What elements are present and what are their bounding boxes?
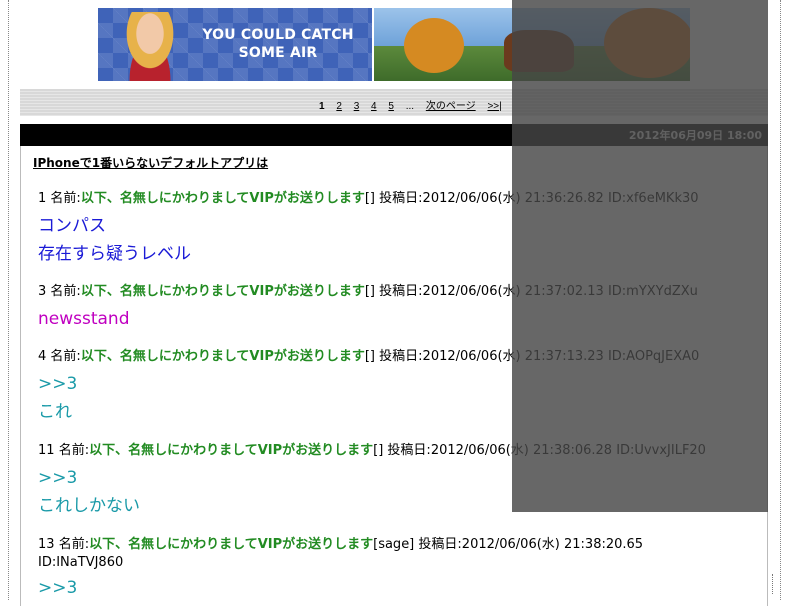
banner-tree-image	[404, 18, 464, 73]
response-line: これしかない	[38, 496, 140, 516]
poster-name: 以下、名無しにかわりましてVIPがお送りします	[80, 349, 365, 364]
page-link-2[interactable]: 2	[336, 101, 342, 112]
response-number: 3	[38, 284, 47, 299]
poster-name: 以下、名無しにかわりましてVIPがお送りします	[80, 191, 365, 206]
name-label: 名前:	[50, 349, 81, 364]
name-label: 名前:	[50, 284, 81, 299]
response-item: 1 名前:以下、名無しにかわりましてVIPがお送りします[] 投稿日:2012/…	[38, 190, 699, 268]
poster-mail: []	[364, 349, 376, 364]
response-item: 4 名前:以下、名無しにかわりましてVIPがお送りします[] 投稿日:2012/…	[38, 348, 699, 426]
post-datetime: 2012/06/06(水) 21:38:20.65	[461, 537, 644, 552]
left-border	[8, 0, 9, 600]
poster-name: 以下、名無しにかわりましてVIPがお送りします	[89, 537, 374, 552]
page-current: 1	[319, 101, 325, 112]
response-line: コンパス	[38, 216, 106, 236]
response-number: 11	[38, 443, 55, 458]
anchor-link[interactable]: >>3	[38, 370, 699, 398]
posted-label: 投稿日:	[418, 537, 462, 552]
posted-label: 投稿日:	[387, 443, 431, 458]
response-header: 11 名前:以下、名無しにかわりましてVIPがお送りします[] 投稿日:2012…	[38, 442, 706, 460]
banner-tree-image	[604, 8, 690, 78]
post-date: 2012年06月09日 18:00	[628, 129, 762, 142]
anchor-link[interactable]: >>3	[38, 464, 706, 492]
page-link-4[interactable]: 4	[371, 101, 377, 112]
corner-mark	[772, 574, 785, 594]
post-datetime: 2012/06/06(水) 21:37:02.13 ID:mYXYdZXu	[422, 284, 698, 299]
post-datetime: 2012/06/06(水) 21:38:06.28 ID:UvvxJILF20	[430, 443, 706, 458]
anchor-link[interactable]: >>3	[38, 574, 643, 602]
post-header-bar: 2012年06月09日 18:00	[20, 124, 768, 146]
post-datetime: 2012/06/06(水) 21:36:26.82 ID:xf6eMKk30	[422, 191, 699, 206]
response-number: 13	[38, 537, 55, 552]
response-line: これ	[38, 402, 72, 422]
response-body: >>3 これしかない	[38, 464, 706, 520]
name-label: 名前:	[58, 443, 90, 458]
poster-mail: [sage]	[373, 537, 415, 552]
banner-left-panel: YOU COULD CATCH SOME AIR	[98, 8, 372, 81]
response-body: >>3	[38, 574, 643, 602]
banner-text-line2: SOME AIR	[238, 45, 318, 61]
page-link-5[interactable]: 5	[388, 101, 394, 112]
poster-mail: []	[364, 191, 376, 206]
banner-ad[interactable]: YOU COULD CATCH SOME AIR	[98, 8, 690, 81]
banner-horse-image	[504, 30, 574, 72]
response-header: 13 名前:以下、名無しにかわりましてVIPがお送りします[sage] 投稿日:…	[38, 536, 643, 554]
right-border	[780, 0, 781, 600]
last-page-link[interactable]: >>|	[487, 101, 501, 112]
pagination-bar: 1 2 3 4 5 ... 次のページ >>|	[20, 89, 768, 116]
posted-label: 投稿日:	[379, 191, 423, 206]
banner-right-panel	[374, 8, 690, 81]
banner-woman-image	[116, 12, 184, 81]
post-datetime: 2012/06/06(水) 21:37:13.23 ID:AOPqJEXA0	[422, 349, 700, 364]
poster-mail: []	[364, 284, 376, 299]
response-line: newsstand	[38, 309, 130, 329]
response-body: >>3 これ	[38, 370, 699, 426]
response-header: 3 名前:以下、名無しにかわりましてVIPがお送りします[] 投稿日:2012/…	[38, 283, 698, 301]
banner-text: YOU COULD CATCH SOME AIR	[198, 26, 358, 62]
response-body: コンパス 存在すら疑うレベル	[38, 212, 699, 268]
response-line: 存在すら疑うレベル	[38, 244, 191, 264]
poster-name: 以下、名無しにかわりましてVIPがお送りします	[80, 284, 365, 299]
response-item: 3 名前:以下、名無しにかわりましてVIPがお送りします[] 投稿日:2012/…	[38, 283, 698, 333]
response-body: newsstand	[38, 305, 698, 333]
pagination-links: 1 2 3 4 5 ... 次のページ >>|	[319, 97, 511, 112]
poster-mail: []	[373, 443, 384, 458]
poster-id: ID:INaTVJ860	[38, 555, 124, 570]
banner-text-line1: YOU COULD CATCH	[202, 27, 354, 43]
response-number: 4	[38, 349, 47, 364]
response-header: 4 名前:以下、名無しにかわりましてVIPがお送りします[] 投稿日:2012/…	[38, 348, 699, 366]
name-label: 名前:	[50, 191, 81, 206]
page-link-3[interactable]: 3	[354, 101, 360, 112]
page-ellipsis: ...	[405, 101, 415, 112]
response-number: 1	[38, 191, 47, 206]
name-label: 名前:	[58, 537, 90, 552]
response-header: 1 名前:以下、名無しにかわりましてVIPがお送りします[] 投稿日:2012/…	[38, 190, 699, 208]
posted-label: 投稿日:	[379, 284, 423, 299]
next-page-link[interactable]: 次のページ	[426, 97, 476, 112]
response-item: 11 名前:以下、名無しにかわりましてVIPがお送りします[] 投稿日:2012…	[38, 442, 706, 520]
response-item: 13 名前:以下、名無しにかわりましてVIPがお送りします[sage] 投稿日:…	[38, 536, 643, 602]
thread-title[interactable]: IPhoneで1番いらないデフォルトアプリは	[33, 154, 268, 171]
posted-label: 投稿日:	[379, 349, 423, 364]
poster-name: 以下、名無しにかわりましてVIPがお送りします	[89, 443, 374, 458]
